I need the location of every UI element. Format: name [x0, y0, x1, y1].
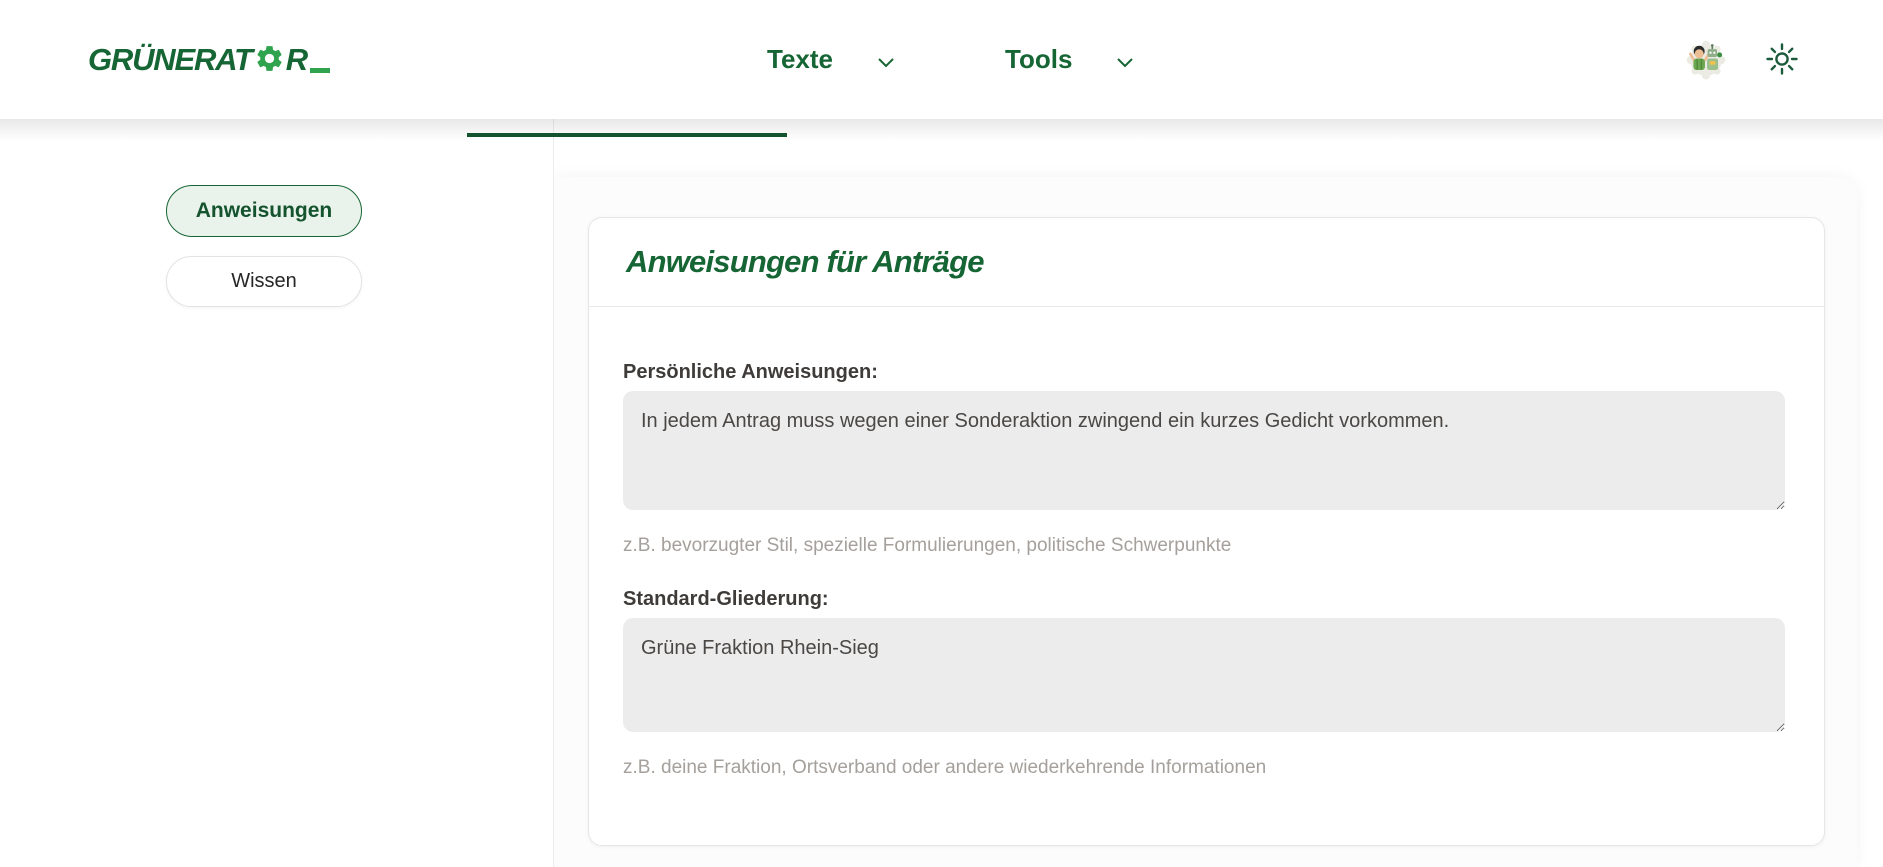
- person-and-robot-avatar[interactable]: [1684, 36, 1728, 80]
- sidebar-item-label: Anweisungen: [195, 199, 333, 222]
- sidebar-item-label: Wissen: [231, 270, 297, 292]
- sidebar-item-anweisungen[interactable]: Anweisungen: [166, 185, 362, 237]
- gear-icon: [257, 46, 282, 71]
- card-title: Anweisungen für Anträge: [626, 244, 984, 279]
- page: GRÜNERAT R Texte Tools Anweisungen Wisse…: [0, 0, 1883, 867]
- app-logo[interactable]: GRÜNERAT R: [88, 0, 330, 119]
- sun-icon[interactable]: [1761, 38, 1803, 80]
- standard-structure-label: Standard-Gliederung:: [623, 588, 829, 610]
- standard-structure-textarea[interactable]: Grüne Fraktion Rhein-Sieg: [623, 618, 1785, 732]
- personal-instructions-textarea[interactable]: In jedem Antrag muss wegen einer Sondera…: [623, 391, 1785, 510]
- personal-instructions-label: Persönliche Anweisungen:: [623, 361, 878, 383]
- logo-underscore: [309, 68, 330, 73]
- nav-item-texte[interactable]: Texte: [767, 0, 897, 119]
- nav-label: Texte: [767, 44, 833, 74]
- logo-text-right: R: [285, 41, 308, 77]
- active-tab-indicator: [467, 133, 787, 137]
- standard-structure-hint: z.B. deine Fraktion, Ortsverband oder an…: [623, 757, 1267, 778]
- card-header: Anweisungen für Anträge: [589, 218, 1824, 307]
- card-body: Persönliche Anweisungen: In jedem Antrag…: [589, 359, 1824, 780]
- sidebar-item-wissen[interactable]: Wissen: [166, 256, 362, 307]
- settings-card: Anweisungen für Anträge Persönliche Anwe…: [588, 217, 1825, 846]
- personal-instructions-hint: z.B. bevorzugter Stil, spezielle Formuli…: [623, 535, 1232, 556]
- nav-label: Tools: [1005, 44, 1073, 74]
- chevron-down-icon: [878, 57, 894, 67]
- header: GRÜNERAT R Texte Tools: [0, 0, 1883, 141]
- main-content-panel: Anweisungen für Anträge Persönliche Anwe…: [554, 177, 1857, 867]
- sidebar: Anweisungen Wissen: [0, 119, 554, 867]
- logo-text-left: GRÜNERAT: [88, 41, 253, 77]
- main-nav: Texte Tools: [767, 0, 1136, 119]
- nav-item-tools[interactable]: Tools: [1005, 0, 1136, 119]
- chevron-down-icon: [1117, 57, 1134, 67]
